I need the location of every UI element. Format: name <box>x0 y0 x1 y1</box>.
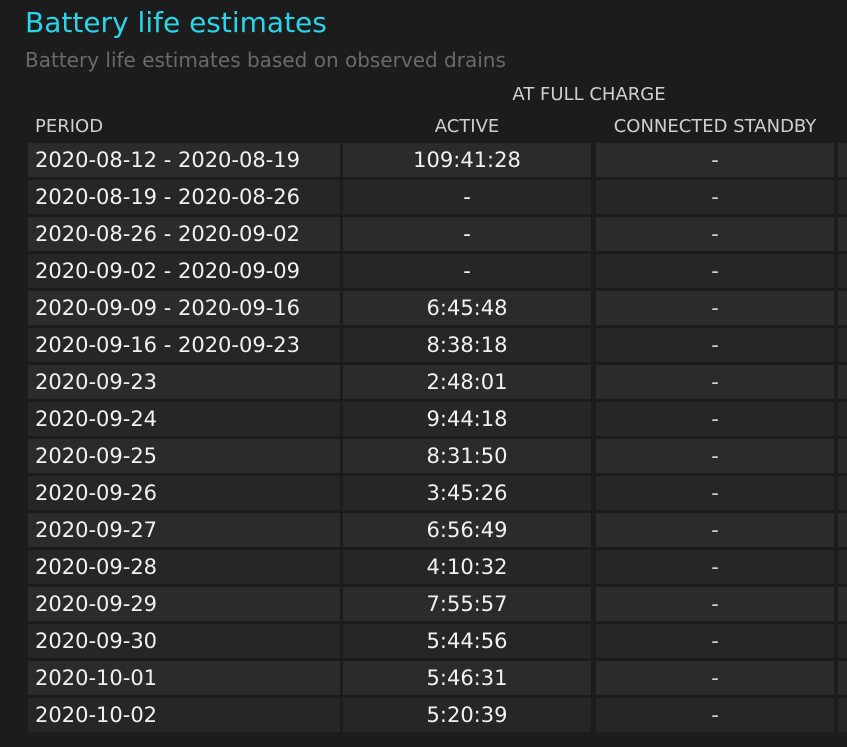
table-row: 2020-09-09 - 2020-09-16 6:45:48 - <box>28 291 847 328</box>
table-row: 2020-09-30 5:44:56 - <box>28 624 847 661</box>
connected-standby-cell: - <box>596 180 834 214</box>
period-cell: 2020-09-26 <box>28 476 340 510</box>
truncated-cell <box>838 254 847 288</box>
connected-standby-cell: - <box>596 328 834 362</box>
connected-standby-cell: - <box>596 513 834 547</box>
truncated-cell <box>838 698 847 732</box>
truncated-cell <box>838 143 847 177</box>
period-cell: 2020-10-02 <box>28 698 340 732</box>
truncated-cell <box>838 661 847 695</box>
at-full-charge-group-header: AT FULL CHARGE <box>512 84 666 105</box>
active-cell: 8:31:50 <box>343 439 591 473</box>
connected-standby-cell: - <box>596 217 834 251</box>
period-cell: 2020-09-24 <box>28 402 340 436</box>
period-cell: 2020-09-02 - 2020-09-09 <box>28 254 340 288</box>
connected-standby-cell: - <box>596 439 834 473</box>
connected-standby-cell: - <box>596 698 834 732</box>
period-cell: 2020-09-16 - 2020-09-23 <box>28 328 340 362</box>
active-cell: 109:41:28 <box>343 143 591 177</box>
connected-standby-cell: - <box>596 476 834 510</box>
table-row: 2020-08-12 - 2020-08-19 109:41:28 - <box>28 143 847 180</box>
active-cell: 7:55:57 <box>343 587 591 621</box>
active-cell: 5:46:31 <box>343 661 591 695</box>
active-cell: 4:10:32 <box>343 550 591 584</box>
truncated-cell <box>838 217 847 251</box>
truncated-cell <box>838 180 847 214</box>
period-cell: 2020-09-27 <box>28 513 340 547</box>
truncated-cell <box>838 513 847 547</box>
active-cell: 5:44:56 <box>343 624 591 658</box>
truncated-cell <box>838 550 847 584</box>
table-row: 2020-09-28 4:10:32 - <box>28 550 847 587</box>
active-cell: 9:44:18 <box>343 402 591 436</box>
table-row: 2020-09-02 - 2020-09-09 - - <box>28 254 847 291</box>
table-row: 2020-08-19 - 2020-08-26 - - <box>28 180 847 217</box>
truncated-cell <box>838 624 847 658</box>
table-row: 2020-08-26 - 2020-09-02 - - <box>28 217 847 254</box>
active-cell: 8:38:18 <box>343 328 591 362</box>
table-row: 2020-09-25 8:31:50 - <box>28 439 847 476</box>
period-cell: 2020-09-29 <box>28 587 340 621</box>
period-cell: 2020-09-30 <box>28 624 340 658</box>
period-cell: 2020-09-23 <box>28 365 340 399</box>
connected-standby-cell: - <box>596 291 834 325</box>
truncated-cell <box>838 328 847 362</box>
period-cell: 2020-10-01 <box>28 661 340 695</box>
connected-standby-cell: - <box>596 143 834 177</box>
active-cell: - <box>343 217 591 251</box>
connected-standby-cell: - <box>596 365 834 399</box>
active-cell: 2:48:01 <box>343 365 591 399</box>
period-cell: 2020-09-25 <box>28 439 340 473</box>
period-column-header: PERIOD <box>35 116 104 137</box>
active-cell: 3:45:26 <box>343 476 591 510</box>
connected-standby-cell: - <box>596 661 834 695</box>
truncated-cell <box>838 402 847 436</box>
truncated-cell <box>838 365 847 399</box>
period-cell: 2020-09-28 <box>28 550 340 584</box>
active-cell: - <box>343 254 591 288</box>
table-row: 2020-09-27 6:56:49 - <box>28 513 847 550</box>
period-cell: 2020-08-19 - 2020-08-26 <box>28 180 340 214</box>
table-row: 2020-09-26 3:45:26 - <box>28 476 847 513</box>
truncated-cell <box>838 291 847 325</box>
connected-standby-cell: - <box>596 624 834 658</box>
active-cell: 5:20:39 <box>343 698 591 732</box>
connected-standby-cell: - <box>596 254 834 288</box>
battery-report-page: Battery life estimates Battery life esti… <box>0 0 847 747</box>
connected-standby-cell: - <box>596 550 834 584</box>
table-row: 2020-10-02 5:20:39 - <box>28 698 847 735</box>
active-cell: 6:56:49 <box>343 513 591 547</box>
table-row: 2020-09-16 - 2020-09-23 8:38:18 - <box>28 328 847 365</box>
truncated-cell <box>838 476 847 510</box>
period-cell: 2020-08-26 - 2020-09-02 <box>28 217 340 251</box>
estimates-table: 2020-08-12 - 2020-08-19 109:41:28 - 2020… <box>28 143 847 735</box>
table-row: 2020-09-23 2:48:01 - <box>28 365 847 402</box>
table-row: 2020-10-01 5:46:31 - <box>28 661 847 698</box>
active-cell: 6:45:48 <box>343 291 591 325</box>
period-cell: 2020-09-09 - 2020-09-16 <box>28 291 340 325</box>
period-cell: 2020-08-12 - 2020-08-19 <box>28 143 340 177</box>
table-row: 2020-09-24 9:44:18 - <box>28 402 847 439</box>
active-cell: - <box>343 180 591 214</box>
page-title: Battery life estimates <box>25 6 327 39</box>
active-column-header: ACTIVE <box>434 116 500 137</box>
connected-standby-cell: - <box>596 587 834 621</box>
connected-standby-cell: - <box>596 402 834 436</box>
table-row: 2020-09-29 7:55:57 - <box>28 587 847 624</box>
connected-standby-column-header: CONNECTED STANDBY <box>613 116 817 137</box>
page-subtitle: Battery life estimates based on observed… <box>25 48 506 72</box>
truncated-cell <box>838 439 847 473</box>
truncated-cell <box>838 587 847 621</box>
